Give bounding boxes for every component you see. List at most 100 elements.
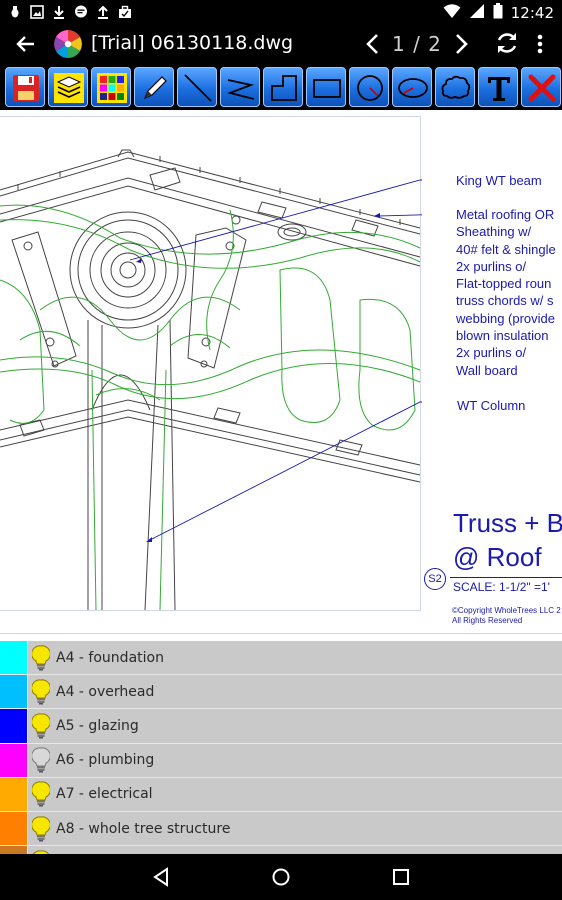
layer-name: A4 - foundation [56, 649, 164, 666]
circle-tool[interactable] [349, 67, 389, 107]
layer-name: A7 - electrical [56, 786, 153, 803]
lightbulb-on-icon[interactable] [28, 675, 54, 708]
next-page-icon[interactable] [450, 32, 472, 56]
layers-icon [54, 73, 84, 103]
wifi-icon [443, 3, 461, 23]
cloud-tool[interactable] [435, 67, 475, 107]
layer-color-swatch[interactable] [0, 709, 28, 743]
layer-color-swatch[interactable] [0, 846, 28, 854]
layer-color-swatch[interactable] [0, 811, 28, 846]
roof-note-line: 40# felt & shingle [456, 241, 556, 257]
more-options-icon[interactable] [530, 32, 550, 56]
cloud-icon [441, 75, 471, 99]
layer-row[interactable]: A6 - plumbing [0, 743, 562, 778]
polygon-step-icon [271, 75, 297, 101]
save-icon [13, 75, 39, 101]
briefcase-icon [118, 4, 132, 20]
copyright-line: All Rights Reserved [452, 616, 523, 625]
drawing-scale: SCALE: 1-1/2" =1' [453, 580, 550, 594]
layer-color-swatch[interactable] [0, 675, 28, 709]
roof-note-line: Sheathing w/ [456, 224, 532, 240]
lightbulb-on-icon[interactable] [28, 778, 54, 811]
text-icon [488, 77, 510, 101]
roof-note-line: Wall board [456, 362, 518, 378]
bug-icon [8, 4, 22, 20]
pencil-tool[interactable] [134, 67, 174, 107]
previous-page-icon[interactable] [362, 32, 384, 56]
roof-note-line: Flat-topped roun [456, 276, 552, 292]
drawing-toolbar [0, 64, 562, 110]
drawing-canvas[interactable]: King WT beam Metal roofing OR Sheathing … [0, 110, 562, 641]
app-bar: [Trial] 06130118.dwg 1 / 2 [0, 24, 562, 64]
text-tool[interactable] [478, 67, 518, 107]
lightbulb-on-icon[interactable] [28, 641, 54, 674]
layer-name: A4 - overhead [56, 683, 155, 700]
layer-name: A6 - plumbing [56, 752, 155, 769]
status-bar: 12:42 [0, 0, 562, 24]
circle-icon [357, 75, 383, 101]
layer-row[interactable]: A8 - whole tree structure [0, 811, 562, 847]
title-underline [450, 577, 562, 578]
sheet-bottom-border [0, 633, 562, 634]
lightbulb-off-icon[interactable] [28, 744, 54, 777]
layer-row[interactable]: A4 - overhead [0, 675, 562, 710]
sheet-title-line2: @ Roof [453, 542, 542, 572]
roof-note-line: Metal roofing OR [456, 207, 555, 222]
ellipse-tool[interactable] [392, 67, 432, 107]
annotation-roofing-notes: Metal roofing OR Sheathing w/ 40# felt &… [456, 206, 556, 379]
roof-note-line: blown insulation [456, 328, 549, 344]
layer-color-swatch[interactable] [0, 641, 28, 675]
back-nav-icon[interactable] [150, 866, 172, 888]
roof-note-line: truss chords w/ s [456, 293, 554, 309]
upload-icon [96, 4, 110, 20]
layer-color-swatch[interactable] [0, 743, 28, 777]
polyline-icon [227, 79, 255, 100]
lightbulb-on-icon[interactable] [28, 709, 54, 742]
roof-note-line: webbing (provide [456, 310, 556, 326]
lightbulb-on-icon[interactable] [28, 846, 54, 854]
line-icon [184, 74, 212, 102]
color-grid-icon [97, 73, 127, 103]
sheet-tag: S2 [424, 568, 446, 590]
layer-color-swatch[interactable] [0, 777, 28, 811]
recents-nav-icon[interactable] [390, 866, 412, 888]
delete-tool[interactable] [521, 67, 561, 107]
download-icon [52, 4, 66, 20]
layers-list: A4 - foundation A4 - overhead A5 - glazing… [0, 641, 562, 854]
image-icon [30, 4, 44, 20]
roof-note-line: 2x purlins o/ [456, 345, 527, 361]
refresh-icon[interactable] [494, 30, 520, 56]
layer-name: A8 - whole tree structure [56, 820, 231, 837]
layers-tool[interactable] [48, 67, 88, 107]
truss-drawing [0, 149, 422, 610]
app-logo-icon [52, 28, 84, 60]
ellipse-icon [398, 78, 428, 98]
colors-tool[interactable] [91, 67, 131, 107]
roof-note-line: 2x purlins o/ [456, 258, 527, 274]
lightbulb-on-icon[interactable] [28, 812, 54, 845]
home-nav-icon[interactable] [270, 866, 292, 888]
page-indicator: 1 / 2 [392, 32, 442, 56]
battery-icon [493, 3, 503, 23]
rectangle-tool[interactable] [306, 67, 346, 107]
pencil-icon [143, 76, 167, 100]
layer-row[interactable] [0, 846, 562, 854]
sheet-title-line1: Truss + B [453, 508, 562, 538]
layer-row[interactable]: A7 - electrical [0, 777, 562, 812]
annotation-wt-column: WT Column [457, 398, 526, 413]
save-tool[interactable] [5, 67, 45, 107]
signal-icon [469, 3, 485, 23]
clock: 12:42 [510, 4, 554, 22]
chat-icon [74, 4, 88, 20]
line-tool[interactable] [177, 67, 217, 107]
navigation-bar [0, 854, 562, 900]
layer-name: A5 - glazing [56, 717, 139, 734]
layer-row[interactable]: A5 - glazing [0, 709, 562, 744]
polyline-tool[interactable] [220, 67, 260, 107]
step-tool[interactable] [263, 67, 303, 107]
red-x-icon [528, 74, 556, 102]
back-arrow-icon[interactable] [14, 32, 38, 56]
layer-row[interactable]: A4 - foundation [0, 641, 562, 676]
rectangle-icon [313, 79, 341, 98]
annotation-king-beam: King WT beam [456, 173, 542, 188]
